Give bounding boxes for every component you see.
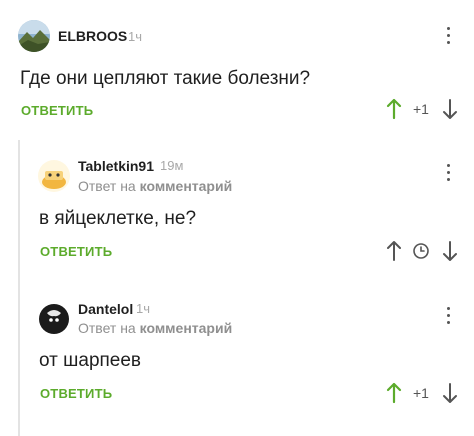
vote-up-icon[interactable]	[386, 98, 402, 120]
reply-to-prefix: Ответ на	[78, 178, 136, 194]
reply-button[interactable]: ОТВЕТИТЬ	[40, 244, 112, 259]
more-options-icon[interactable]	[445, 27, 451, 47]
dark-figure-avatar-icon	[38, 303, 70, 335]
username[interactable]: Tabletkin91	[78, 158, 154, 174]
vote-down-icon[interactable]	[442, 382, 458, 404]
comment-text: от шарпеев	[39, 350, 142, 371]
reply-to-meta: Ответ на комментарий	[78, 320, 232, 336]
vote-down-icon[interactable]	[442, 98, 458, 120]
comment-text: Где они цепляют такие болезни?	[20, 68, 311, 89]
user-avatar[interactable]	[38, 160, 70, 192]
vote-up-icon[interactable]	[386, 240, 402, 262]
clock-icon	[413, 243, 429, 259]
vote-controls: +1	[380, 382, 460, 406]
rating-count: +1	[413, 101, 429, 117]
vote-up-icon[interactable]	[386, 382, 402, 404]
timestamp: 1ч	[136, 301, 151, 316]
vote-controls: +1	[380, 98, 460, 122]
more-options-icon[interactable]	[445, 164, 451, 184]
user-avatar[interactable]	[18, 20, 50, 52]
timestamp: 19м	[160, 158, 184, 173]
timestamp: 1ч	[128, 29, 143, 44]
thread-line	[18, 140, 20, 436]
mountain-landscape-icon	[18, 20, 50, 52]
cartoon-avatar-icon	[38, 160, 70, 192]
more-options-icon[interactable]	[445, 307, 451, 327]
comment-text: в яйцеклетке, не?	[39, 208, 197, 229]
user-avatar[interactable]	[38, 303, 70, 335]
reply-to-meta: Ответ на комментарий	[78, 178, 232, 194]
vote-down-icon[interactable]	[442, 240, 458, 262]
username[interactable]: Dantelol	[78, 301, 133, 317]
reply-button[interactable]: ОТВЕТИТЬ	[21, 103, 93, 118]
rating-count: +1	[413, 385, 429, 401]
reply-to-link[interactable]: комментарий	[140, 178, 233, 194]
username[interactable]: ELBROOS	[58, 28, 127, 44]
reply-to-link[interactable]: комментарий	[140, 320, 233, 336]
vote-controls	[380, 240, 460, 264]
reply-to-prefix: Ответ на	[78, 320, 136, 336]
reply-button[interactable]: ОТВЕТИТЬ	[40, 386, 112, 401]
